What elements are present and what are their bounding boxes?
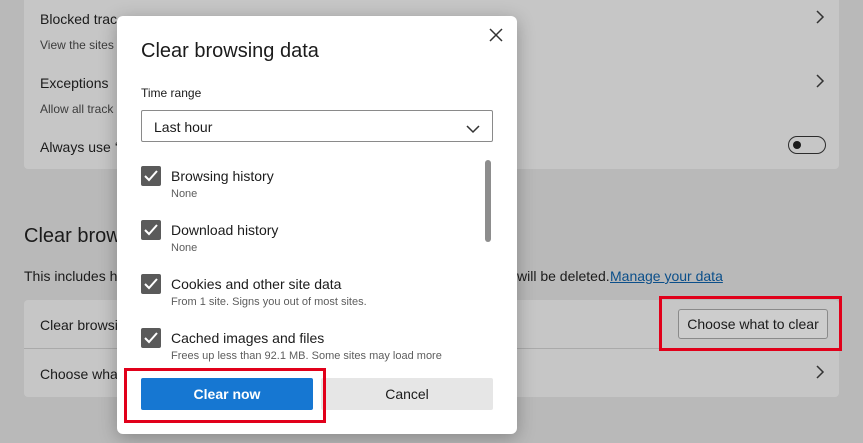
checkbox-checked[interactable] (141, 274, 161, 294)
time-range-select[interactable]: Last hour (141, 110, 493, 142)
clear-browsing-section-title: Clear brow (24, 225, 121, 247)
close-icon[interactable] (487, 26, 505, 44)
option-subtext: None (171, 242, 198, 254)
dialog-title: Clear browsing data (141, 40, 319, 62)
option-label: Cached images and files (171, 330, 325, 346)
chevron-right-icon[interactable] (815, 74, 825, 88)
choose-what-to-clear-on-close-label[interactable]: Choose wha (40, 366, 118, 382)
checkmark-icon (144, 332, 158, 344)
clear-browsing-description: This includes hi (24, 268, 121, 284)
blocked-trackers-desc: View the sites t (40, 38, 121, 52)
option-cookies[interactable]: Cookies and other site data From 1 site.… (141, 268, 481, 316)
blocked-trackers-title[interactable]: Blocked trac (40, 11, 117, 27)
option-label: Cookies and other site data (171, 276, 342, 292)
always-use-title: Always use ‘ (40, 139, 118, 155)
option-browsing-history[interactable]: Browsing history None (141, 160, 481, 208)
chevron-down-icon (466, 121, 480, 139)
option-subtext: None (171, 188, 198, 200)
option-subtext: Frees up less than 92.1 MB. Some sites m… (171, 350, 442, 362)
checkbox-checked[interactable] (141, 328, 161, 348)
checkmark-icon (144, 278, 158, 290)
time-range-label: Time range (141, 86, 202, 100)
chevron-right-icon[interactable] (815, 10, 825, 24)
clear-browsing-now-label: Clear browsi (40, 317, 118, 333)
always-use-toggle[interactable] (788, 136, 826, 154)
cancel-button[interactable]: Cancel (321, 378, 493, 410)
toggle-knob (793, 141, 801, 149)
option-download-history[interactable]: Download history None (141, 214, 481, 262)
list-scrollbar[interactable] (485, 160, 491, 242)
exceptions-desc: Allow all track (40, 102, 114, 116)
checkmark-icon (144, 224, 158, 236)
option-label: Browsing history (171, 168, 274, 184)
option-cached-images[interactable]: Cached images and files Frees up less th… (141, 322, 481, 364)
exceptions-title[interactable]: Exceptions (40, 75, 108, 91)
data-types-list: Browsing history None Download history N… (117, 154, 517, 364)
chevron-right-icon[interactable] (815, 365, 825, 379)
clear-browsing-description-end: will be deleted. (517, 268, 610, 284)
manage-your-data-link[interactable]: Manage your data (610, 268, 723, 284)
time-range-value: Last hour (154, 119, 213, 135)
option-label: Download history (171, 222, 279, 238)
checkmark-icon (144, 170, 158, 182)
highlight-box-choose-button (659, 296, 842, 351)
option-subtext: From 1 site. Signs you out of most sites… (171, 296, 367, 308)
highlight-box-clear-now (124, 368, 326, 423)
checkbox-checked[interactable] (141, 166, 161, 186)
checkbox-checked[interactable] (141, 220, 161, 240)
